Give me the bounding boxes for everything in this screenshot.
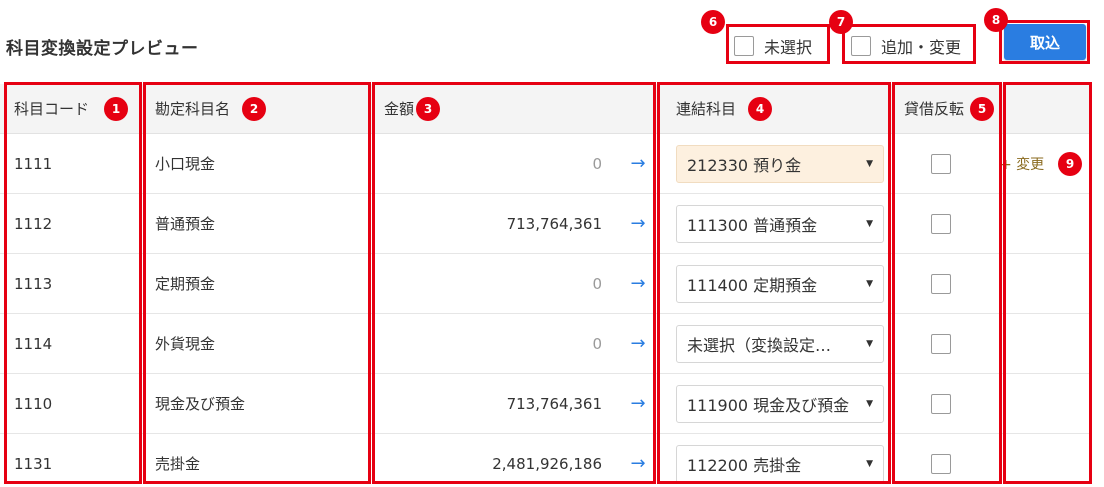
annotation-badge: 2 [242, 97, 266, 121]
annotation-box [892, 82, 1002, 484]
annotation-badge: 3 [416, 97, 440, 121]
annotation-box [143, 82, 371, 484]
annotation-badge: 6 [701, 10, 725, 34]
annotation-badge: 5 [970, 97, 994, 121]
annotation-box [726, 24, 830, 64]
page-title: 科目変換設定プレビュー [6, 39, 199, 59]
annotation-badge: 1 [104, 97, 128, 121]
annotation-box [372, 82, 656, 484]
annotation-box [999, 20, 1090, 64]
annotation-box [1003, 82, 1092, 484]
annotation-badge: 7 [829, 10, 853, 34]
annotation-badge: 4 [748, 97, 772, 121]
annotation-badge: 8 [984, 8, 1008, 32]
annotation-box [4, 82, 142, 484]
annotation-box [657, 82, 891, 484]
annotation-box [842, 24, 976, 64]
annotation-badge: 9 [1058, 152, 1082, 176]
